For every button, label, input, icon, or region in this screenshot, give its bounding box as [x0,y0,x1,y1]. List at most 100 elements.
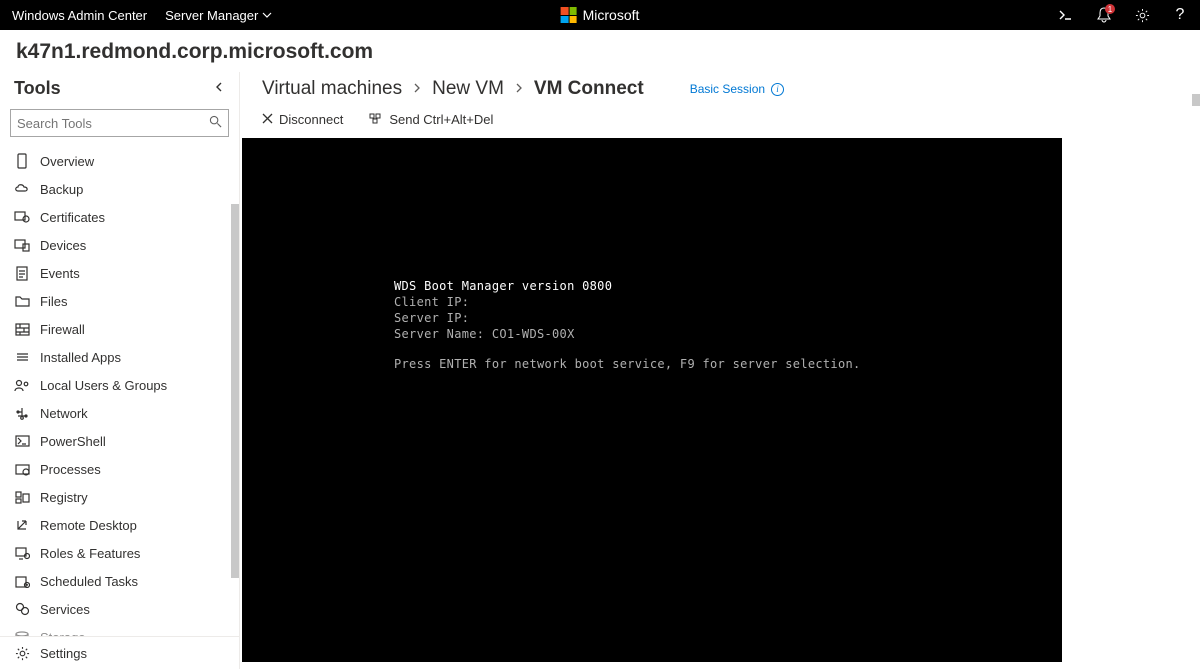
powershell-icon[interactable] [1058,7,1074,23]
breadcrumb: Virtual machines New VM VM Connect Basic… [240,72,1200,106]
sidebar-item-storage[interactable]: Storage [0,623,239,636]
sidebar-item-processes[interactable]: Processes [0,455,239,483]
server-manager-menu[interactable]: Server Manager [165,8,272,23]
sidebar-item-backup[interactable]: Backup [0,175,239,203]
sidebar-item-firewall[interactable]: Firewall [0,315,239,343]
disconnect-label: Disconnect [279,112,343,127]
services-icon [14,601,30,617]
nav-label: Registry [40,490,88,505]
send-cad-label: Send Ctrl+Alt+Del [389,112,493,127]
search-tools-box[interactable] [10,109,229,137]
certificates-icon [14,209,30,225]
nav-label: Processes [40,462,101,477]
microsoft-logo-icon [561,7,577,23]
nav-label: Local Users & Groups [40,378,167,393]
sidebar-item-powershell[interactable]: PowerShell [0,427,239,455]
info-icon: i [771,83,784,96]
basic-session-link[interactable]: Basic Session i [690,82,784,96]
nav-label: Roles & Features [40,546,140,561]
nav-label: PowerShell [40,434,106,449]
settings-label: Settings [40,646,87,661]
apps-icon [14,349,30,365]
content-area: Virtual machines New VM VM Connect Basic… [240,72,1200,669]
breadcrumb-new-vm[interactable]: New VM [432,78,504,100]
content-scrollbar[interactable] [1192,94,1200,106]
server-hostname: k47n1.redmond.corp.microsoft.com [0,30,1200,72]
chevron-right-icon [412,81,422,98]
nav-label: Backup [40,182,83,197]
sidebar-title: Tools [14,78,61,99]
sidebar-item-roles-features[interactable]: Roles & Features [0,539,239,567]
brand: Microsoft [561,7,640,23]
breadcrumb-vm-connect: VM Connect [534,78,644,100]
sidebar-item-installed-apps[interactable]: Installed Apps [0,343,239,371]
vm-line-server-name: Server Name: CO1-WDS-00X [394,326,861,342]
vm-line-server-ip: Server IP: [394,310,861,326]
notifications-bell-icon[interactable]: 1 [1096,7,1112,23]
close-icon [262,112,273,127]
nav-label: Firewall [40,322,85,337]
sidebar-item-services[interactable]: Services [0,595,239,623]
sidebar-item-certificates[interactable]: Certificates [0,203,239,231]
backup-icon [14,181,30,197]
devices-icon [14,237,30,253]
help-icon[interactable]: ? [1172,7,1188,23]
sidebar-item-remote-desktop[interactable]: Remote Desktop [0,511,239,539]
roles-icon [14,545,30,561]
search-icon [209,115,222,131]
vm-toolbar: Disconnect Send Ctrl+Alt+Del [240,106,1200,138]
settings-gear-icon[interactable] [1134,7,1150,23]
storage-icon [14,629,30,636]
sidebar-item-registry[interactable]: Registry [0,483,239,511]
app-name[interactable]: Windows Admin Center [12,8,147,23]
nav-label: Remote Desktop [40,518,137,533]
vm-line-prompt: Press ENTER for network boot service, F9… [394,356,861,372]
overview-icon [14,153,30,169]
network-icon [14,405,30,421]
breadcrumb-virtual-machines[interactable]: Virtual machines [262,78,402,100]
firewall-icon [14,321,30,337]
sidebar-nav-list: Overview Backup Certificates Devices Eve… [0,145,239,636]
settings-icon [14,645,30,661]
vm-line-client-ip: Client IP: [394,294,861,310]
server-manager-label: Server Manager [165,8,258,23]
chevron-down-icon [262,8,272,23]
scheduled-tasks-icon [14,573,30,589]
powershell-tool-icon [14,433,30,449]
registry-icon [14,489,30,505]
sidebar-settings[interactable]: Settings [0,636,239,669]
vm-console[interactable]: WDS Boot Manager version 0800 Client IP:… [242,138,1062,662]
users-icon [14,377,30,393]
notification-badge: 1 [1105,4,1115,14]
keyboard-icon [369,112,383,127]
sidebar-item-files[interactable]: Files [0,287,239,315]
sidebar-item-events[interactable]: Events [0,259,239,287]
sidebar-item-local-users-groups[interactable]: Local Users & Groups [0,371,239,399]
chevron-right-icon [514,81,524,98]
sidebar-scrollbar[interactable] [231,204,239,578]
nav-label: Storage [40,630,86,637]
nav-label: Network [40,406,88,421]
nav-label: Files [40,294,67,309]
send-ctrl-alt-del-button[interactable]: Send Ctrl+Alt+Del [369,112,493,127]
disconnect-button[interactable]: Disconnect [262,112,343,127]
basic-session-label: Basic Session [690,82,765,96]
collapse-sidebar-icon[interactable] [213,81,225,96]
brand-label: Microsoft [583,7,640,23]
sidebar-item-network[interactable]: Network [0,399,239,427]
files-icon [14,293,30,309]
nav-label: Overview [40,154,94,169]
events-icon [14,265,30,281]
nav-label: Events [40,266,80,281]
nav-label: Certificates [40,210,105,225]
nav-label: Devices [40,238,86,253]
remote-desktop-icon [14,517,30,533]
processes-icon [14,461,30,477]
search-input[interactable] [17,116,209,131]
sidebar-item-scheduled-tasks[interactable]: Scheduled Tasks [0,567,239,595]
top-bar: Windows Admin Center Server Manager Micr… [0,0,1200,30]
sidebar-item-overview[interactable]: Overview [0,147,239,175]
sidebar: Tools Overview Backup Certificates Devic… [0,72,240,669]
nav-label: Installed Apps [40,350,121,365]
sidebar-item-devices[interactable]: Devices [0,231,239,259]
